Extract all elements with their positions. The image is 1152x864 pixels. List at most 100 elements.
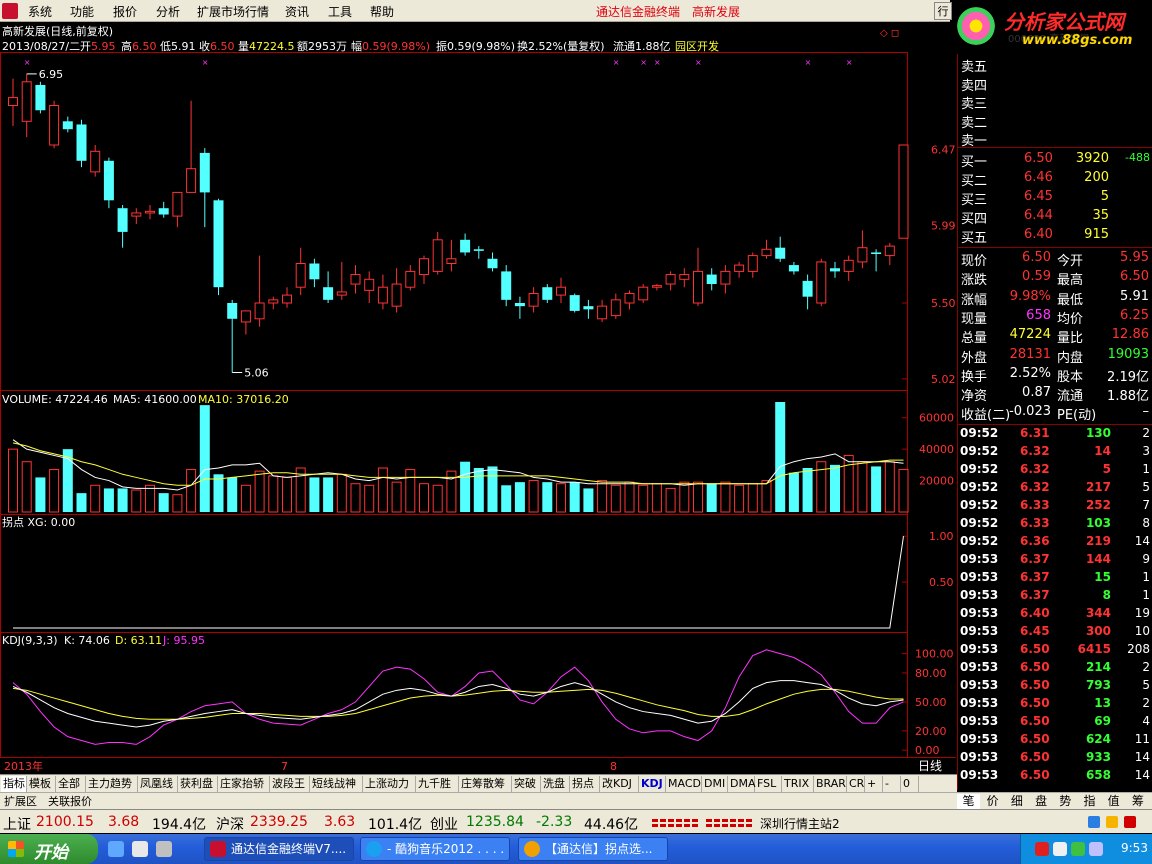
task-browser[interactable]: 【通达信】拐点选... <box>518 837 668 861</box>
ie-icon[interactable] <box>108 841 124 857</box>
server-name[interactable]: 深圳行情主站2 <box>760 815 840 832</box>
volume-bar <box>391 481 402 513</box>
volume-bar <box>172 494 183 513</box>
menu-info[interactable]: 资讯 <box>285 3 309 20</box>
detail-tab[interactable]: 势 <box>1054 794 1077 809</box>
indicator-tab[interactable]: 洗盘 <box>541 776 570 792</box>
period-label[interactable]: 日线 <box>918 759 942 773</box>
indicator-tab[interactable]: DMI <box>702 776 728 792</box>
volume-bar <box>651 483 662 513</box>
chart-area[interactable]: 高新发展(日线,前复权) 2013/08/27/二 开5.95 高6.50 低5… <box>0 22 956 774</box>
indicator-tab[interactable]: - <box>883 776 901 792</box>
tick-time: 09:53 <box>960 732 999 746</box>
indicator-tab[interactable]: 庄家抬轿 <box>218 776 270 792</box>
tdx-task-icon <box>210 841 226 857</box>
menu-help[interactable]: 帮助 <box>370 3 394 20</box>
tick-count: 5 <box>1142 678 1150 692</box>
tray-volume-icon[interactable] <box>1089 842 1103 856</box>
start-button[interactable]: 开始 <box>0 834 98 864</box>
signal-marker: × <box>695 58 702 67</box>
detail-tab[interactable]: 值 <box>1102 794 1125 809</box>
indicator-tab[interactable]: FSL <box>755 776 782 792</box>
buy-row[interactable]: 买一 6.50 3920 -488 <box>958 151 1152 170</box>
indicator-tab[interactable]: BRAR <box>814 776 847 792</box>
tray-icon-1[interactable] <box>1035 842 1049 856</box>
alert-icon[interactable] <box>1124 816 1136 828</box>
stock-chart[interactable]: 高新发展(日线,前复权) 2013/08/27/二 开5.95 高6.50 低5… <box>0 22 956 774</box>
indicator-tab[interactable]: 指标 <box>1 776 27 792</box>
indicator-tab[interactable]: 波段王 <box>270 776 310 792</box>
info-high-label: 高 <box>121 39 132 53</box>
tray-icon-3[interactable] <box>1071 842 1085 856</box>
media-icon[interactable] <box>132 841 148 857</box>
indicator-tab[interactable]: 凤凰线 <box>138 776 178 792</box>
buy-row[interactable]: 买四 6.44 35 <box>958 208 1152 227</box>
buy-row[interactable]: 买三 6.45 5 <box>958 189 1152 208</box>
stat-label-right: 今开 <box>1057 254 1084 269</box>
tab-related-quotes[interactable]: 关联报价 <box>48 794 92 809</box>
indicator-tab[interactable]: CR <box>847 776 865 792</box>
candle-body <box>268 299 279 304</box>
indicator-tab[interactable]: 改KDJ <box>600 776 639 792</box>
indicator-tab[interactable]: + <box>865 776 883 792</box>
indicator-tab[interactable]: 上涨动力 <box>363 776 416 792</box>
volume-bar <box>323 477 334 512</box>
sell-row[interactable]: 卖三 <box>958 93 1152 112</box>
info-open: 5.95 <box>91 40 116 53</box>
indicator-tab[interactable]: 0 <box>901 776 919 792</box>
tick-volume: 344 <box>1085 606 1111 620</box>
indicator-tab[interactable]: 庄筹散筹 <box>459 776 512 792</box>
network-icon[interactable] <box>1088 816 1100 828</box>
detail-tab[interactable]: 细 <box>1005 794 1028 809</box>
menu-ext-market[interactable]: 扩展市场行情 <box>197 3 269 20</box>
price-pane: 6.47 5.99 5.50 5.02 6.95 5.06 × × × × × × × × <box>8 58 956 386</box>
indicator-tab[interactable]: TRIX <box>782 776 814 792</box>
candle-body <box>405 270 416 288</box>
indicator-tab[interactable]: 模板 <box>27 776 56 792</box>
indicator-tab[interactable]: 突破 <box>512 776 541 792</box>
chart-corner-icons[interactable]: ◇ ◻ <box>880 28 899 39</box>
detail-tab[interactable]: 指 <box>1078 794 1101 809</box>
tick-volume: 13 <box>1094 696 1111 710</box>
indicator-tab[interactable]: 九千胜 <box>416 776 459 792</box>
sell-row[interactable]: 卖二 <box>958 112 1152 131</box>
buy-row[interactable]: 买五 6.40 915 <box>958 227 1152 246</box>
stat-row: 涨幅 9.98% 最低 5.91 <box>958 289 1152 308</box>
task-kugou[interactable]: - 酷狗音乐2012 . . . . <box>360 837 510 861</box>
task-tdx[interactable]: 通达信金融终端V7.... <box>204 837 354 861</box>
indicator-tab[interactable]: 短线战神 <box>310 776 363 792</box>
tick-time: 09:53 <box>960 606 999 620</box>
candle-body <box>734 264 745 272</box>
tick-time: 09:53 <box>960 588 999 602</box>
menu-function[interactable]: 功能 <box>70 3 94 20</box>
message-icon[interactable] <box>1106 816 1118 828</box>
volume-bar <box>597 480 608 513</box>
detail-tab[interactable]: 价 <box>981 794 1004 809</box>
menu-analysis[interactable]: 分析 <box>156 3 180 20</box>
film-icon[interactable] <box>156 841 172 857</box>
detail-tab[interactable]: 笔 <box>957 794 980 809</box>
detail-tab[interactable]: 盘 <box>1030 794 1053 809</box>
sell-row[interactable]: 卖四 <box>958 75 1152 94</box>
sell-row[interactable]: 卖一 <box>958 130 1152 149</box>
indicator-tab[interactable]: 全部 <box>56 776 86 792</box>
indicator-tab[interactable]: KDJ <box>639 776 666 792</box>
quote-tab-button[interactable]: 行 <box>934 2 952 20</box>
menu-tools[interactable]: 工具 <box>328 3 352 20</box>
tick-row: 09:53 6.45 300 10 <box>958 624 1152 642</box>
menu-system[interactable]: 系统 <box>28 3 52 20</box>
indicator-tab[interactable]: MACD <box>666 776 702 792</box>
indicator-tab[interactable]: 主力趋势 <box>86 776 138 792</box>
detail-tab[interactable]: 筹 <box>1126 794 1149 809</box>
tick-price: 6.36 <box>1020 534 1050 548</box>
indicator-tab[interactable]: 获利盘 <box>178 776 218 792</box>
volume-bar <box>665 487 676 513</box>
indicator-tab[interactable]: DMA <box>728 776 756 792</box>
tray-icon-2[interactable] <box>1053 842 1067 856</box>
menu-quote[interactable]: 报价 <box>113 3 137 20</box>
indicator-tab[interactable]: 拐点 <box>570 776 600 792</box>
sell-row[interactable]: 卖五 <box>958 56 1152 75</box>
tab-extension[interactable]: 扩展区 <box>4 794 37 809</box>
stat-label-left: 涨幅 <box>961 292 988 308</box>
buy-row[interactable]: 买二 6.46 200 <box>958 170 1152 189</box>
